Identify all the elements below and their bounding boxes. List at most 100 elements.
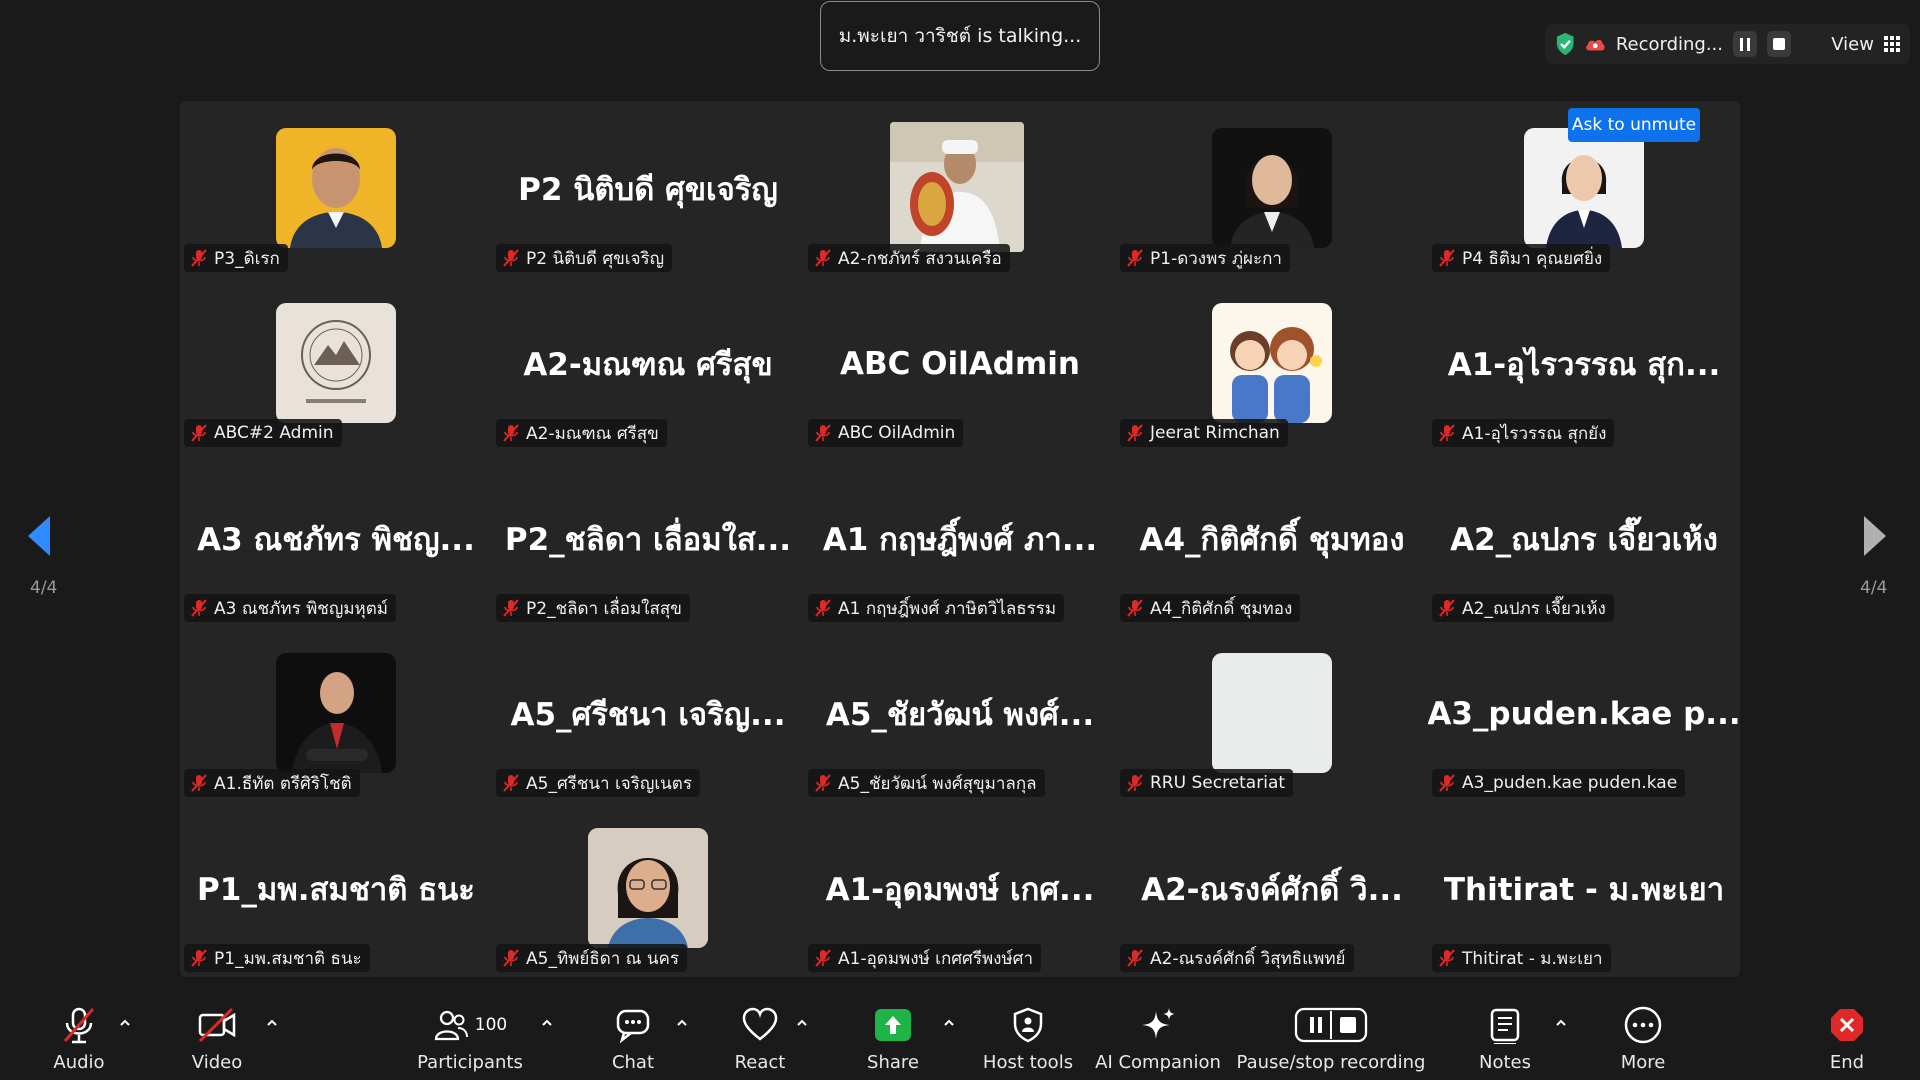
react-options-chevron-icon[interactable] xyxy=(795,1016,809,1030)
stop-recording-button[interactable] xyxy=(1767,31,1792,57)
participant-name-label: P3_ดิเรก xyxy=(184,244,288,272)
participant-tile[interactable]: A2-ณรงค์ศักดิ์ วิ... A2-ณรงค์ศักดิ์ วิสุ… xyxy=(1116,801,1428,976)
view-button[interactable]: View xyxy=(1831,34,1900,55)
participant-name-label: A2-มณฑณ ศรีสุข xyxy=(496,419,667,447)
participant-tile[interactable]: A1 กฤษฎิ์พงศ์ ภา... A1 กฤษฎิ์พงศ์ ภาษิตว… xyxy=(804,451,1116,626)
participant-name-label: A4_กิติศักดิ์ ชุมทอง xyxy=(1120,594,1301,622)
participant-tile[interactable]: A4_กิติศักดิ์ ชุมทอง A4_กิติศักดิ์ ชุมทอ… xyxy=(1116,451,1428,626)
mic-muted-icon xyxy=(503,774,519,792)
audio-label: Audio xyxy=(53,1052,105,1073)
mic-muted-icon xyxy=(815,949,831,967)
participant-display-name: A2-มณฑณ ศรีสุข xyxy=(523,346,773,383)
participant-tile[interactable]: A3_puden.kae p... A3_puden.kae puden.kae xyxy=(1428,626,1740,801)
participant-tile[interactable]: A5_ชัยวัฒน์ พงศ์... A5_ชัยวัฒน์ พงศ์สุขุ… xyxy=(804,626,1116,801)
ask-to-unmute-button[interactable]: Ask to unmute xyxy=(1568,108,1700,142)
participant-tile[interactable]: ABC#2 Admin xyxy=(180,276,492,451)
participant-tile[interactable]: Jeerat Rimchan xyxy=(1116,276,1428,451)
mic-muted-icon xyxy=(191,599,207,617)
video-off-icon xyxy=(198,1007,236,1043)
participant-tile[interactable]: P3_ดิเรก xyxy=(180,101,492,276)
chat-button[interactable]: Chat xyxy=(598,992,668,1080)
participant-count: 100 xyxy=(474,1015,508,1035)
audio-button[interactable]: Audio xyxy=(44,992,114,1080)
mic-muted-icon xyxy=(63,1007,95,1044)
participant-name-label: A2-กชภัทร์ สงวนเครือ xyxy=(808,244,1010,272)
participant-tile[interactable]: ABC OilAdmin ABC OilAdmin xyxy=(804,276,1116,451)
share-options-chevron-icon[interactable] xyxy=(942,1016,956,1030)
logo-icon xyxy=(301,320,371,403)
pause-stop-recording-button[interactable]: Pause/stop recording xyxy=(1237,992,1425,1080)
pause-stop-icon xyxy=(1294,1007,1368,1043)
previous-page-icon[interactable] xyxy=(24,512,54,560)
mic-muted-icon xyxy=(191,949,207,967)
participants-icon xyxy=(434,1010,468,1041)
participant-name-label: Thitirat - ม.พะเยา xyxy=(1432,944,1611,972)
active-speaker-banner: ม.พะเยา วาริชต์ is talking... xyxy=(820,1,1100,71)
mic-muted-icon xyxy=(503,424,519,442)
participant-tile[interactable]: A5_ทิพย์ธิดา ณ นคร xyxy=(492,801,804,976)
mic-muted-icon xyxy=(815,249,831,267)
mic-muted-icon xyxy=(1439,424,1455,442)
participant-name-label: A3_puden.kae puden.kae xyxy=(1432,769,1686,797)
participant-tile[interactable]: A5_ศรีชนา เจริญ... A5_ศรีชนา เจริญเนตร xyxy=(492,626,804,801)
participant-name: A3 ณชภัทร พิชญมหุตม์ xyxy=(214,598,388,619)
mic-muted-icon xyxy=(1439,774,1455,792)
person-photo-icon xyxy=(290,148,382,248)
participant-avatar xyxy=(1212,303,1332,423)
share-label: Share xyxy=(867,1052,919,1073)
notes-label: Notes xyxy=(1479,1052,1531,1073)
participant-tile[interactable]: P2_ชลิดา เลื่อมใส... P2_ชลิดา เลื่อมใสสุ… xyxy=(492,451,804,626)
more-label: More xyxy=(1620,1052,1666,1073)
video-button[interactable]: Video xyxy=(182,992,252,1080)
encryption-shield-icon[interactable] xyxy=(1555,31,1575,57)
more-button[interactable]: More xyxy=(1608,992,1678,1080)
participant-name: P3_ดิเรก xyxy=(214,248,280,269)
page-indicator-left: 4/4 xyxy=(30,578,58,598)
participant-name: P2 นิติบดี ศุขเจริญ xyxy=(526,248,665,269)
notes-options-chevron-icon[interactable] xyxy=(1554,1016,1568,1030)
participant-tile[interactable]: P1_มพ.สมชาติ ธนะ P1_มพ.สมชาติ ธนะ xyxy=(180,801,492,976)
participant-tile[interactable]: Thitirat - ม.พะเยา Thitirat - ม.พะเยา xyxy=(1428,801,1740,976)
participant-tile[interactable]: A1-อุไรวรรณ สุก... A1-อุไรวรรณ สุกยัง xyxy=(1428,276,1740,451)
participant-name: P2_ชลิดา เลื่อมใสสุข xyxy=(526,598,682,619)
ai-companion-button[interactable]: AI Companion xyxy=(1095,992,1221,1080)
participant-name: P1_มพ.สมชาติ ธนะ xyxy=(214,948,362,969)
participant-tile[interactable]: P1-ดวงพร ภู่ผะกา xyxy=(1116,101,1428,276)
participant-tile[interactable]: A1.ธีทัต ตรีศิริโชติ xyxy=(180,626,492,801)
participant-tile[interactable]: A1-อุดมพงษ์ เกศ... A1-อุดมพงษ์ เกศศรีพงษ… xyxy=(804,801,1116,976)
participant-name-label: A1-อุไรวรรณ สุกยัง xyxy=(1432,419,1615,447)
participants-button[interactable]: 100 Participants xyxy=(410,992,530,1080)
participant-tile[interactable]: A2_ณปภร เจี๊ยวเห้ง A2_ณปภร เจี๊ยวเห้ง xyxy=(1428,451,1740,626)
next-page-icon[interactable] xyxy=(1860,512,1890,560)
participant-display-name: P2 นิติบดี ศุขเจริญ xyxy=(518,171,778,208)
participant-avatar xyxy=(1212,128,1332,248)
video-options-chevron-icon[interactable] xyxy=(265,1016,279,1030)
participant-tile[interactable]: RRU Secretariat xyxy=(1116,626,1428,801)
participant-name: ABC#2 Admin xyxy=(214,423,334,443)
participant-tile[interactable]: A3 ณชภัทร พิชญ... A3 ณชภัทร พิชญมหุตม์ xyxy=(180,451,492,626)
participant-name-label: A1.ธีทัต ตรีศิริโชติ xyxy=(184,769,360,797)
audio-options-chevron-icon[interactable] xyxy=(118,1016,132,1030)
participant-name: A5_ศรีชนา เจริญเนตร xyxy=(526,773,692,794)
notes-button[interactable]: Notes xyxy=(1470,992,1540,1080)
share-button[interactable]: Share xyxy=(858,992,928,1080)
mic-muted-icon xyxy=(815,599,831,617)
participant-avatar xyxy=(1524,128,1644,248)
participant-tile[interactable]: P2 นิติบดี ศุขเจริญ P2 นิติบดี ศุขเจริญ xyxy=(492,101,804,276)
participant-tile[interactable]: A2-มณฑณ ศรีสุข A2-มณฑณ ศรีสุข xyxy=(492,276,804,451)
react-button[interactable]: React xyxy=(725,992,795,1080)
chat-options-chevron-icon[interactable] xyxy=(675,1016,689,1030)
participants-options-chevron-icon[interactable] xyxy=(540,1016,554,1030)
participant-name-label: A5_ทิพย์ธิดา ณ นคร xyxy=(496,944,687,972)
participant-name: A1.ธีทัต ตรีศิริโชติ xyxy=(214,773,352,794)
video-label: Video xyxy=(191,1052,243,1073)
participant-name-label: P2 นิติบดี ศุขเจริญ xyxy=(496,244,673,272)
end-meeting-button[interactable]: End xyxy=(1812,992,1882,1080)
mic-muted-icon xyxy=(191,424,207,442)
pause-recording-button[interactable] xyxy=(1733,31,1758,57)
meeting-toolbar: Audio Video 100 Participants Chat React … xyxy=(0,992,1920,1080)
host-tools-button[interactable]: Host tools xyxy=(978,992,1078,1080)
participant-name-label: A5_ศรีชนา เจริญเนตร xyxy=(496,769,700,797)
participant-tile[interactable]: A2-กชภัทร์ สงวนเครือ xyxy=(804,101,1116,276)
participant-name-label: A2_ณปภร เจี๊ยวเห้ง xyxy=(1432,594,1614,622)
